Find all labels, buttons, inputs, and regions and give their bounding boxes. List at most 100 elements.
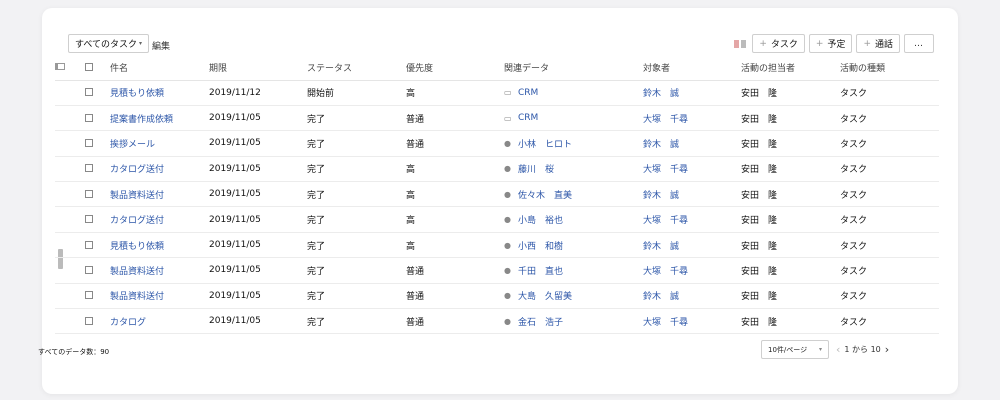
related-link[interactable]: 藤川 桜: [518, 162, 554, 175]
view-select[interactable]: すべてのタスク ▾: [68, 34, 150, 53]
column-settings-icon[interactable]: [55, 62, 65, 70]
priority-cell: 普通: [406, 105, 504, 132]
priority-cell: 高: [406, 232, 504, 259]
type-cell: タスク: [840, 130, 939, 157]
table-row[interactable]: 製品資料送付 2019/11/05 完了 高 ● 佐々木 直美 鈴木 誠 安田 …: [55, 181, 939, 208]
header-target[interactable]: 対象者: [643, 56, 741, 81]
type-cell: タスク: [840, 232, 939, 259]
table-row[interactable]: カタログ送付 2019/11/05 完了 高 ● 藤川 桜 大塚 千尋 安田 隆…: [55, 156, 939, 183]
subject-link[interactable]: 見積もり依頼: [110, 242, 164, 252]
owner-cell: 安田 隆: [741, 283, 840, 310]
subject-link[interactable]: 製品資料送付: [110, 267, 164, 277]
row-spacer: [55, 283, 85, 310]
subject-link[interactable]: 製品資料送付: [110, 292, 164, 302]
header-priority[interactable]: 優先度: [406, 56, 504, 81]
row-checkbox[interactable]: [85, 291, 93, 300]
target-link[interactable]: 大塚 千尋: [643, 115, 688, 125]
target-link[interactable]: 鈴木 誠: [643, 89, 679, 99]
subject-link[interactable]: 見積もり依頼: [110, 89, 164, 99]
subject-link[interactable]: カタログ: [110, 318, 146, 328]
target-link[interactable]: 大塚 千尋: [643, 216, 688, 226]
contact-icon: ●: [504, 265, 511, 275]
target-link[interactable]: 鈴木 誠: [643, 292, 679, 302]
related-link[interactable]: 大島 久留美: [518, 289, 572, 302]
row-checkbox[interactable]: [85, 215, 93, 224]
target-cell: 鈴木 誠: [643, 232, 741, 259]
header-status[interactable]: ステータス: [307, 56, 406, 81]
row-spacer: [55, 257, 85, 284]
target-link[interactable]: 大塚 千尋: [643, 165, 688, 175]
column-settings-cell: [55, 56, 85, 81]
contact-icon: ●: [504, 164, 511, 174]
target-link[interactable]: 鈴木 誠: [643, 242, 679, 252]
edit-view-link[interactable]: 編集: [152, 39, 170, 52]
table-row[interactable]: 製品資料送付 2019/11/05 完了 普通 ● 大島 久留美 鈴木 誠 安田…: [55, 283, 939, 310]
toolbar: すべてのタスク ▾ 編集 + タスク + 予定 + 通話 …: [68, 34, 934, 54]
select-all-checkbox[interactable]: [85, 63, 93, 72]
target-link[interactable]: 鈴木 誠: [643, 140, 679, 150]
add-call-button[interactable]: + 通話: [856, 34, 900, 53]
row-checkbox[interactable]: [85, 316, 93, 325]
type-cell: タスク: [840, 257, 939, 284]
related-link[interactable]: 小島 裕也: [518, 213, 563, 226]
target-link[interactable]: 鈴木 誠: [643, 191, 679, 201]
next-page-icon[interactable]: ›: [885, 344, 889, 355]
prev-page-icon[interactable]: ‹: [836, 344, 840, 355]
header-subject[interactable]: 件名: [110, 56, 209, 81]
related-link[interactable]: 金石 浩子: [518, 315, 563, 328]
table-row[interactable]: 見積もり依頼 2019/11/05 完了 高 ● 小西 和樹 鈴木 誠 安田 隆…: [55, 232, 939, 259]
table-row[interactable]: カタログ 2019/11/05 完了 普通 ● 金石 浩子 大塚 千尋 安田 隆…: [55, 308, 939, 335]
row-spacer: [55, 206, 85, 233]
related-link[interactable]: 佐々木 直美: [518, 188, 572, 201]
contact-icon: ●: [504, 138, 511, 148]
add-task-button[interactable]: + タスク: [752, 34, 805, 53]
status-cell: 完了: [307, 105, 406, 132]
header-related[interactable]: 関連データ: [504, 56, 643, 81]
subject-link[interactable]: カタログ送付: [110, 216, 164, 226]
related-link[interactable]: 小林 ヒロト: [518, 137, 572, 150]
table-row[interactable]: 見積もり依頼 2019/11/12 開始前 高 ▭ CRM 鈴木 誠 安田 隆 …: [55, 80, 939, 106]
header-type[interactable]: 活動の種類: [840, 56, 939, 81]
related-link[interactable]: CRM: [518, 113, 538, 123]
type-cell: タスク: [840, 206, 939, 233]
table-row[interactable]: カタログ送付 2019/11/05 完了 高 ● 小島 裕也 大塚 千尋 安田 …: [55, 206, 939, 233]
row-select-cell: [85, 232, 110, 259]
subject-link[interactable]: 製品資料送付: [110, 191, 164, 201]
status-cell: 完了: [307, 232, 406, 259]
row-checkbox[interactable]: [85, 189, 93, 198]
folder-icon: ▭: [504, 88, 512, 98]
add-event-button[interactable]: + 予定: [808, 34, 853, 53]
row-checkbox[interactable]: [85, 265, 93, 274]
target-link[interactable]: 大塚 千尋: [643, 267, 688, 277]
per-page-select[interactable]: 10件/ページ ▾: [761, 340, 829, 359]
row-checkbox[interactable]: [85, 138, 93, 147]
header-owner[interactable]: 活動の担当者: [741, 56, 840, 81]
subject-link[interactable]: 提案書作成依頼: [110, 115, 173, 125]
table-row[interactable]: 製品資料送付 2019/11/05 完了 普通 ● 千田 直也 大塚 千尋 安田…: [55, 257, 939, 284]
header-due[interactable]: 期限: [209, 56, 307, 81]
contact-icon: ●: [504, 316, 511, 326]
status-cell: 完了: [307, 308, 406, 335]
row-checkbox[interactable]: [85, 113, 93, 122]
row-checkbox[interactable]: [85, 164, 93, 173]
layout-toggle-icon[interactable]: [734, 39, 747, 48]
table-row[interactable]: 提案書作成依頼 2019/11/05 完了 普通 ▭ CRM 大塚 千尋 安田 …: [55, 105, 939, 132]
related-cell: ● 小西 和樹: [504, 232, 643, 259]
related-cell: ● 小林 ヒロト: [504, 130, 643, 157]
related-link[interactable]: 小西 和樹: [518, 239, 563, 252]
subject-link[interactable]: 挨拶メール: [110, 140, 155, 150]
contact-icon: ●: [504, 240, 511, 250]
type-cell: タスク: [840, 80, 939, 106]
row-checkbox[interactable]: [85, 88, 93, 97]
row-spacer: [55, 130, 85, 157]
target-link[interactable]: 大塚 千尋: [643, 318, 688, 328]
related-link[interactable]: 千田 直也: [518, 264, 563, 277]
related-link[interactable]: CRM: [518, 88, 538, 98]
row-checkbox[interactable]: [85, 240, 93, 249]
target-cell: 大塚 千尋: [643, 105, 741, 132]
table-row[interactable]: 挨拶メール 2019/11/05 完了 普通 ● 小林 ヒロト 鈴木 誠 安田 …: [55, 130, 939, 157]
more-actions-button[interactable]: …: [904, 34, 934, 53]
subject-link[interactable]: カタログ送付: [110, 165, 164, 175]
subject-cell: カタログ送付: [110, 156, 209, 183]
subject-cell: 製品資料送付: [110, 181, 209, 208]
